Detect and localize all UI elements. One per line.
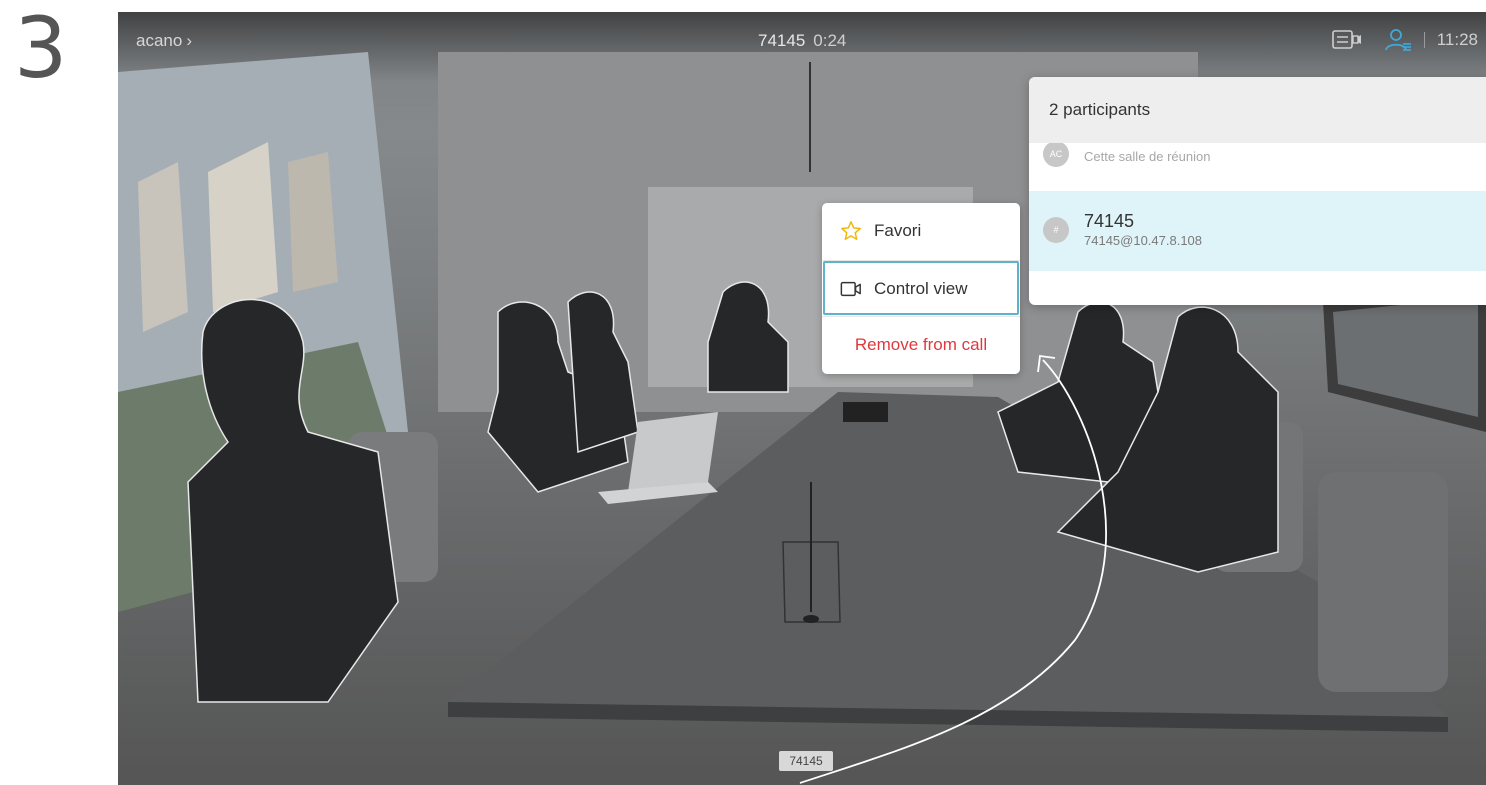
step-number: 3 — [14, 0, 67, 97]
participant-detail: Cette salle de réunion — [1084, 149, 1211, 164]
control-view-label: Control view — [874, 279, 968, 298]
divider — [1423, 32, 1425, 48]
selfview-label[interactable]: 74145 — [779, 751, 833, 771]
favorite-menu-item[interactable]: Favori — [822, 203, 1020, 259]
remove-from-call-menu-item[interactable]: Remove from call — [822, 317, 1020, 373]
participant-detail: 74145@10.47.8.108 — [1084, 233, 1203, 248]
call-number: 74145 — [758, 31, 806, 50]
call-duration: 0:24 — [813, 31, 847, 50]
call-status-bar: acano › 74145 0:24 11:28 — [118, 12, 1486, 68]
call-title: 74145 0:24 — [758, 31, 846, 51]
control-view-menu-item[interactable]: Control view — [822, 261, 1020, 317]
breadcrumb-label: acano — [136, 31, 183, 50]
chevron-right-icon: › — [186, 31, 192, 50]
top-right-controls: 11:28 — [1331, 28, 1478, 52]
participant-name: 74145 — [1084, 211, 1135, 231]
layout-icon[interactable] — [1331, 29, 1362, 51]
participant-row-selected[interactable]: # 74145 74145@10.47.8.108 — [1029, 191, 1486, 271]
remove-from-call-label: Remove from call — [854, 335, 988, 354]
participant-context-menu: Favori Control view Remove from call — [822, 203, 1020, 374]
camera-icon — [840, 281, 861, 297]
video-call-screen: acano › 74145 0:24 11:28 2 participants … — [118, 12, 1486, 785]
favorite-label: Favori — [874, 221, 922, 240]
participants-panel: 2 participants AC acano Cette salle de r… — [1029, 77, 1486, 305]
participants-icon[interactable] — [1384, 28, 1412, 52]
star-icon — [841, 221, 861, 240]
breadcrumb[interactable]: acano › — [136, 31, 192, 51]
avatar: # — [1043, 217, 1069, 243]
participants-panel-title: 2 participants — [1029, 77, 1486, 143]
avatar: AC — [1043, 141, 1069, 167]
clock: 11:28 — [1436, 30, 1478, 49]
